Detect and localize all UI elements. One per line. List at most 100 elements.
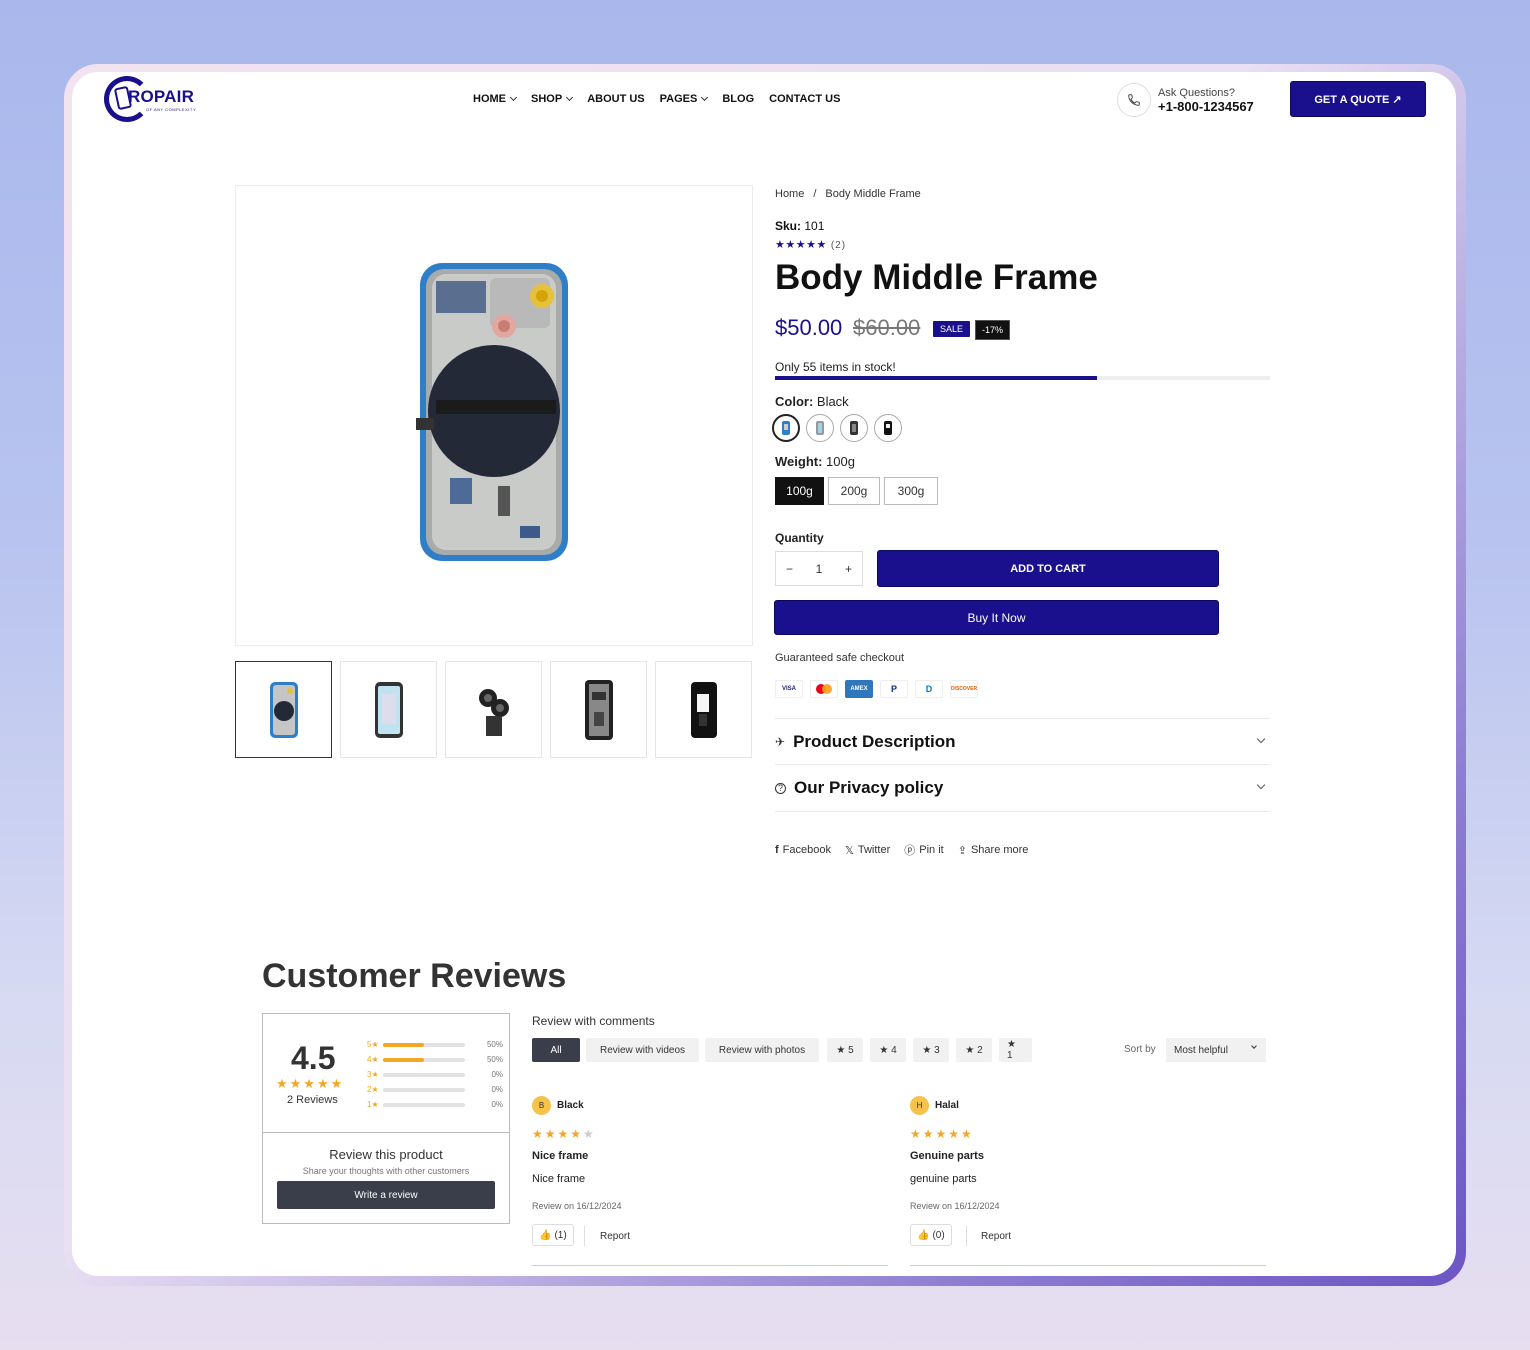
quantity-value[interactable]: 1 (816, 562, 823, 576)
share-facebook[interactable]: f Facebook (775, 842, 831, 858)
sku: Sku: 101 (775, 219, 824, 233)
twitter-icon: 𝕏 (844, 844, 854, 857)
color-swatch-1[interactable] (772, 414, 800, 442)
weight-200g-button[interactable]: 200g (828, 477, 880, 505)
weight-300g-button[interactable]: 300g (884, 477, 938, 505)
review-body: genuine parts (910, 1173, 977, 1185)
logo[interactable]: ROPAIR OF ANY COMPLEXITY (104, 76, 204, 124)
average-rating: 4.5 (291, 1040, 336, 1076)
report-link[interactable]: Report (600, 1231, 630, 1242)
thumbnail-4[interactable] (550, 661, 647, 758)
review-body: Nice frame (532, 1173, 586, 1185)
rating-bar-track (382, 1072, 465, 1077)
nav-contact[interactable]: CONTACT US (769, 93, 840, 105)
filter-videos[interactable]: Review with videos (586, 1038, 699, 1062)
color-swatch-4[interactable] (874, 414, 902, 442)
filter-3-star[interactable]: ★ 3 (913, 1038, 949, 1062)
review-stars: ★★★★★ (532, 1127, 596, 1141)
filter-2-star[interactable]: ★ 2 (956, 1038, 992, 1062)
breadcrumb-current: Body Middle Frame (825, 188, 921, 200)
question-icon: ? (775, 782, 786, 794)
weight-100g-button[interactable]: 100g (775, 477, 824, 505)
rating-bar-star: 2 (367, 1085, 372, 1094)
rating-bar-star: 3 (367, 1070, 372, 1079)
nav-blog[interactable]: BLOG (722, 93, 754, 105)
filter-4-star[interactable]: ★ 4 (870, 1038, 906, 1062)
quantity-minus-button[interactable]: − (786, 562, 793, 576)
nav-about-label: ABOUT US (587, 93, 645, 105)
weight-value: 100g (822, 454, 855, 469)
review-stars-filled: ★★★★★ (910, 1127, 974, 1141)
reviewer-name: Black (557, 1100, 584, 1111)
review-date: Review on 16/12/2024 (910, 1201, 1000, 1211)
phone-icon[interactable] (1117, 83, 1151, 117)
thumbnail-5[interactable] (655, 661, 752, 758)
helpful-button[interactable]: 👍 (1) (532, 1224, 574, 1246)
weight-option: Weight: 100g (775, 454, 855, 469)
write-review-button[interactable]: Write a review (277, 1181, 495, 1209)
color-swatch-2[interactable] (806, 414, 834, 442)
thumbnail-3[interactable] (445, 661, 542, 758)
nav-about[interactable]: ABOUT US (587, 93, 644, 105)
filter-5-star[interactable]: ★ 5 (827, 1038, 863, 1062)
review-stars: ★★★★★ (910, 1127, 974, 1141)
breadcrumb-home[interactable]: Home (775, 188, 804, 200)
nav-contact-label: CONTACT US (769, 93, 841, 105)
share-pinterest[interactable]: ⓟ Pin it (904, 842, 943, 858)
rating-stars: ★★★★★ (775, 239, 827, 251)
visa-icon: VISA (775, 680, 803, 698)
helpful-button[interactable]: 👍 (0) (910, 1224, 952, 1246)
discover-icon: DISCOVER (950, 680, 978, 698)
share-more[interactable]: ⇪ Share more (958, 842, 1029, 858)
helpful-count: (0) (932, 1229, 945, 1241)
nav-home[interactable]: HOME (473, 93, 518, 105)
product-rating[interactable]: ★★★★★ (2) (775, 238, 846, 251)
rating-bar-2[interactable]: 2 ★ 0% (367, 1085, 503, 1094)
nav-shop[interactable]: SHOP (531, 93, 574, 105)
quantity-plus-button[interactable]: + (845, 562, 852, 576)
color-swatch-3[interactable] (840, 414, 868, 442)
rating-bar-star: 1 (367, 1100, 372, 1109)
buy-now-button[interactable]: Buy It Now (774, 600, 1219, 635)
rating-bar-4[interactable]: 4 ★ 50% (367, 1055, 503, 1064)
filter-photos[interactable]: Review with photos (705, 1038, 819, 1062)
phone-number[interactable]: +1-800-1234567 (1158, 99, 1254, 114)
rating-bar-track (382, 1057, 465, 1062)
sort-select[interactable]: Most helpful (1166, 1038, 1266, 1062)
rating-bar-5[interactable]: 5 ★ 50% (367, 1040, 503, 1049)
filter-all[interactable]: All (532, 1038, 580, 1062)
share-facebook-label: Facebook (782, 844, 831, 856)
nav-pages[interactable]: PAGES (660, 93, 709, 105)
sort-label: Sort by (1124, 1044, 1156, 1055)
product-title: Body Middle Frame (775, 258, 1098, 297)
product-description-accordion[interactable]: ✈ Product Description (775, 719, 1270, 765)
discount-badge: -17% (975, 320, 1011, 340)
share-links: f Facebook 𝕏 Twitter ⓟ Pin it ⇪ Share more (775, 842, 1028, 858)
mastercard-icon (810, 680, 838, 698)
product-main-image[interactable] (235, 185, 753, 646)
privacy-policy-accordion[interactable]: ? Our Privacy policy (775, 765, 1270, 811)
review-title: Genuine parts (910, 1150, 984, 1162)
sale-price: $50.00 (775, 315, 843, 340)
rating-bar-percent: 0% (491, 1100, 503, 1109)
chevron-down-icon (701, 93, 709, 102)
rating-bar-percent: 50% (486, 1055, 503, 1064)
share-twitter-label: Twitter (857, 844, 891, 856)
add-to-cart-button[interactable]: ADD TO CART (877, 550, 1219, 587)
rating-bar-3[interactable]: 3 ★ 0% (367, 1070, 503, 1079)
logo-text: ROPAIR (128, 87, 195, 106)
chevron-down-icon (1251, 1043, 1257, 1049)
thumbnail-1[interactable] (235, 661, 332, 758)
facebook-icon: f (775, 844, 779, 856)
report-link[interactable]: Report (981, 1231, 1011, 1242)
divider (584, 1226, 585, 1246)
share-twitter[interactable]: 𝕏 Twitter (845, 842, 890, 858)
weight-label: Weight: (775, 454, 823, 469)
filter-1-star[interactable]: ★ 1 (999, 1038, 1032, 1062)
rating-bar-1[interactable]: 1 ★ 0% (367, 1100, 503, 1109)
compare-price: $60.00 (853, 315, 921, 340)
get-quote-button[interactable]: GET A QUOTE ↗ (1290, 81, 1426, 117)
rating-bar-fill (382, 1057, 424, 1062)
chevron-down-icon (509, 93, 518, 102)
thumbnail-2[interactable] (340, 661, 437, 758)
